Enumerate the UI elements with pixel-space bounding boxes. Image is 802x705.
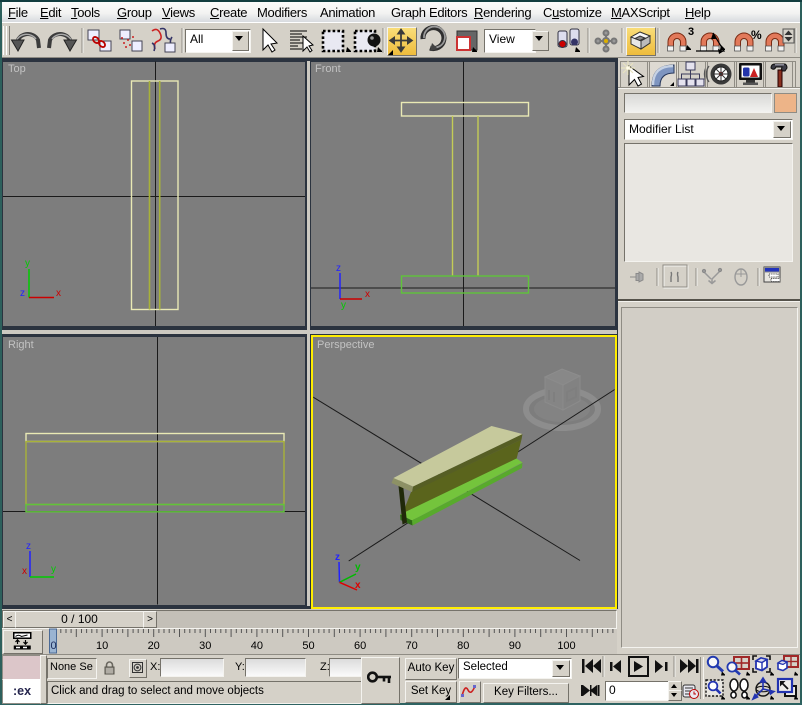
- svg-text:x: x: [355, 580, 361, 591]
- svg-text:y: y: [25, 258, 30, 269]
- svg-text:100: 100: [557, 640, 575, 652]
- svg-text:50: 50: [302, 640, 314, 652]
- svg-text:x: x: [22, 566, 27, 577]
- svg-text:x: x: [365, 289, 370, 300]
- svg-text:y: y: [355, 562, 361, 573]
- svg-text:x: x: [56, 288, 61, 299]
- svg-text:10: 10: [96, 640, 108, 652]
- svg-text:80: 80: [457, 640, 469, 652]
- svg-text:30: 30: [199, 640, 211, 652]
- svg-text:z: z: [20, 288, 25, 299]
- svg-text:z: z: [26, 541, 31, 552]
- svg-text:z: z: [336, 263, 341, 274]
- svg-text:y: y: [51, 564, 56, 575]
- svg-text:70: 70: [406, 640, 418, 652]
- svg-text:z: z: [335, 552, 340, 563]
- svg-text:20: 20: [148, 640, 160, 652]
- svg-text:60: 60: [354, 640, 366, 652]
- svg-text:y: y: [341, 300, 346, 311]
- svg-text:40: 40: [251, 640, 263, 652]
- svg-text:0: 0: [50, 640, 56, 652]
- svg-text:90: 90: [509, 640, 521, 652]
